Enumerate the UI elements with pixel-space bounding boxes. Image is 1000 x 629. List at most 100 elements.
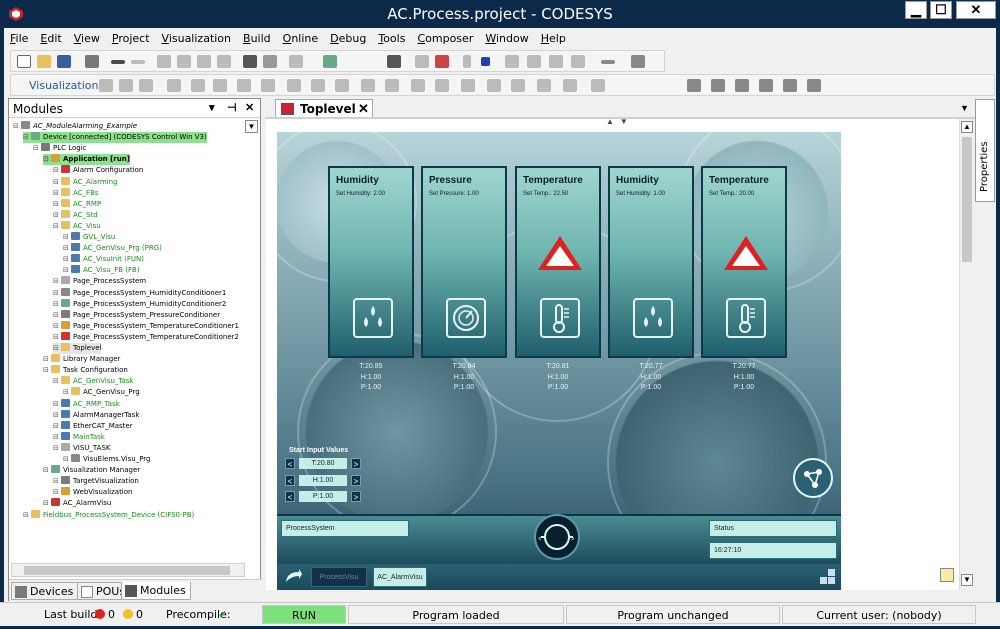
menu-help[interactable]: Help [535, 30, 572, 47]
step-into-icon[interactable] [527, 55, 541, 68]
scrollbar-thumb[interactable] [962, 137, 972, 262]
expander-icon[interactable]: ⊟ [63, 243, 71, 254]
menu-visualization[interactable]: Visualization [156, 30, 238, 47]
spacing-v-icon[interactable] [435, 79, 449, 92]
scroll-down-icon[interactable]: ▼ [961, 574, 973, 586]
panel-close-icon[interactable]: ✕ [245, 101, 254, 114]
tab-close-icon[interactable]: ✕ [358, 101, 369, 117]
expander-icon[interactable]: ⊟ [23, 132, 31, 143]
tree-node[interactable]: ⊟ Page_ProcessSystem_TemperatureCondition… [53, 331, 239, 343]
layer-icon[interactable] [759, 79, 773, 92]
tree-node[interactable]: ⊟ AC_GenVisu_Prg (PRG) [63, 243, 162, 254]
device-icon[interactable] [323, 55, 337, 68]
start-input-value[interactable]: H:1.00 [299, 475, 347, 486]
tree-node[interactable]: ⊟ AC_VisuInit (FUN) [63, 254, 144, 265]
find-icon[interactable] [243, 55, 257, 68]
expander-icon[interactable]: ⊟ [53, 299, 61, 310]
start-icon[interactable] [463, 55, 471, 68]
conditioner-card[interactable]: Humidity Set Humidity: 2.00 [328, 166, 414, 358]
expander-icon[interactable]: ⊟ [53, 221, 61, 232]
bring-front-icon[interactable] [237, 79, 251, 92]
expander-icon[interactable]: ⊟ [63, 387, 71, 398]
undo-icon[interactable] [111, 60, 125, 64]
toolbox-icon[interactable] [940, 568, 954, 582]
align-center-icon[interactable] [119, 79, 133, 92]
minimize-button[interactable]: ▁ [905, 1, 927, 19]
ungroup-icon[interactable] [213, 79, 227, 92]
expander-icon[interactable]: ⊟ [53, 276, 61, 287]
expander-icon[interactable]: ⊟ [53, 410, 61, 421]
stop-icon[interactable] [481, 57, 490, 66]
expander-icon[interactable]: ⊟ [53, 321, 61, 332]
conditioner-card[interactable]: Pressure Set Pressure: 1.00 [421, 166, 507, 358]
tree-node[interactable]: ⊟ AC_AlarmVisu [43, 498, 111, 509]
mirror-icon[interactable] [807, 79, 821, 92]
menu-composer[interactable]: Composer [411, 30, 479, 47]
expander-icon[interactable]: ⊟ [53, 177, 61, 188]
menu-window[interactable]: Window [479, 30, 534, 47]
lock-icon[interactable] [537, 79, 551, 92]
menu-view[interactable]: View [68, 30, 106, 47]
menu-file[interactable]: File [4, 30, 34, 47]
increment-button[interactable]: > [351, 458, 361, 469]
tree-node[interactable]: ⊟ EtherCAT_Master [53, 420, 133, 432]
tree-node[interactable]: ⊟ Page_ProcessSystem_HumidityConditioner2 [53, 298, 226, 310]
tree-node[interactable]: ⊟ Application [run] [43, 154, 130, 166]
same-width-icon[interactable] [361, 79, 375, 92]
align-left-icon[interactable] [99, 79, 113, 92]
reset-icon[interactable] [435, 55, 449, 68]
scrollbar-thumb[interactable] [24, 566, 230, 575]
expander-icon[interactable]: ⊟ [43, 498, 51, 509]
same-height-icon[interactable] [385, 79, 399, 92]
navigation-knob[interactable]: ‹ › [534, 514, 580, 560]
tree-node[interactable]: ⊟ GVL_Visu [63, 232, 115, 243]
copy-element-icon[interactable] [687, 79, 701, 92]
maximize-button[interactable]: ☐ [930, 1, 952, 19]
tree-node[interactable]: ⊟ AC_RMP_Task [53, 398, 120, 410]
close-button[interactable]: ✕ [956, 1, 996, 19]
spacing-h-icon[interactable] [411, 79, 425, 92]
expander-icon[interactable]: ⊟ [53, 288, 61, 299]
expander-icon[interactable]: ⊟ [63, 265, 71, 276]
tree-node[interactable]: ⊟ AC_Std [53, 209, 98, 221]
cut-icon[interactable] [157, 55, 171, 68]
expander-icon[interactable]: ⊟ [53, 188, 61, 199]
tree-node[interactable]: ⊟ AlarmManagerTask [53, 409, 139, 421]
new-file-icon[interactable] [17, 55, 31, 68]
align-bottom-icon[interactable] [335, 79, 349, 92]
frame-icon[interactable] [167, 79, 181, 92]
send-back-icon[interactable] [261, 79, 275, 92]
breakpoint-icon[interactable] [571, 55, 585, 68]
expander-icon[interactable]: ⊟ [43, 365, 51, 376]
copy-icon[interactable] [177, 55, 191, 68]
properties-side-tab[interactable]: Properties [975, 99, 995, 202]
align-middle-icon[interactable] [311, 79, 325, 92]
tree-node[interactable]: ⊟ AC_ModuleAlarming_Example [13, 121, 137, 132]
editor-vertical-scrollbar[interactable]: ▲ ▼ [959, 119, 974, 590]
tree-node[interactable]: ⊟ Fieldbus_ProcessSystem_Device (CIFS0-PB… [23, 509, 194, 521]
login-icon[interactable] [387, 55, 401, 68]
tree-node[interactable]: ⊟ Page_ProcessSystem_PressureConditioner [53, 309, 220, 321]
duplicate-icon[interactable] [735, 79, 749, 92]
conditioner-card[interactable]: Humidity Set Humidity: 1.00 [608, 166, 694, 358]
decrement-button[interactable]: < [285, 458, 295, 469]
expander-icon[interactable]: ⊟ [53, 399, 61, 410]
tree-node[interactable]: ⊟ AC_Alarming [53, 176, 117, 188]
save-icon[interactable] [57, 55, 71, 68]
tree-node[interactable]: ⊟ PLC Logic [33, 143, 87, 154]
conditioner-card[interactable]: Temperature Set Temp.: 20.00 [701, 166, 787, 358]
editor-collapse-arrows-icon[interactable]: ▲▼ [606, 117, 634, 126]
tree-node[interactable]: ⊟ WebVisualization [53, 487, 132, 498]
expander-icon[interactable]: ⊟ [13, 121, 21, 132]
expander-icon[interactable]: ⊟ [53, 432, 61, 443]
decrement-button[interactable]: < [285, 475, 295, 486]
rotate-icon[interactable] [563, 79, 577, 92]
nav-alarm-visu-button[interactable]: AC_AlarmVisu [373, 567, 427, 587]
expander-icon[interactable]: ⊟ [23, 510, 31, 521]
tree-node[interactable]: ⊟ Page_ProcessSystem [53, 276, 146, 287]
tree-node[interactable]: ⊟ AC_GenVisu_Prg [63, 387, 140, 398]
expander-icon[interactable]: ⊟ [53, 343, 61, 354]
tree-node[interactable]: ⊟ VisuElems.Visu_Prg [63, 454, 151, 465]
expander-icon[interactable]: ⊟ [53, 476, 61, 487]
cart-icon[interactable] [631, 55, 645, 68]
